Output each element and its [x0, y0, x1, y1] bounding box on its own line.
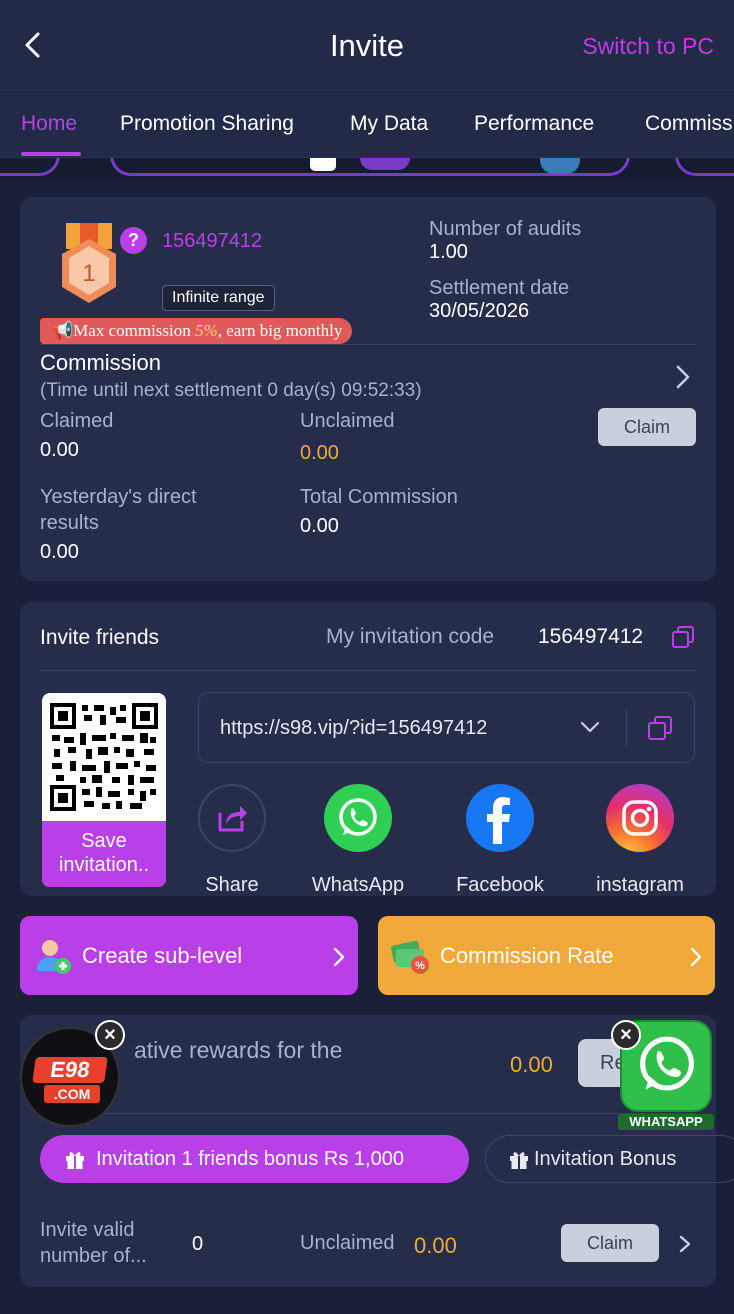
tab-bar: Home Promotion Sharing My Data Performan… — [0, 90, 734, 158]
share-button[interactable]: Share — [182, 784, 282, 897]
invitation-code-value: 156497412 — [538, 625, 644, 648]
top-bar: Invite Switch to PC — [0, 0, 734, 90]
svg-text:%: % — [415, 960, 425, 972]
yesterday-label: Yesterday's direct — [40, 486, 197, 508]
tab-home[interactable]: Home — [21, 112, 77, 136]
rewards-unclaimed-label: Unclaimed — [300, 1232, 395, 1254]
invite-friends-title: Invite friends — [40, 626, 160, 649]
commission-title: Commission — [40, 350, 162, 375]
invitation-bonus-chip[interactable]: Invitation Bonus — [485, 1135, 734, 1183]
claimed-label: Claimed — [40, 410, 114, 432]
svg-text:1: 1 — [82, 260, 95, 287]
instagram-share-button[interactable]: instagram — [590, 784, 690, 897]
invitation-link-field[interactable]: https://s98.vip/?id=156497412 — [198, 692, 695, 763]
audits-value: 1.00 — [429, 241, 468, 263]
settlement-label: Settlement date — [429, 277, 570, 299]
tab-my-data[interactable]: My Data — [350, 112, 428, 136]
commission-rate-button[interactable]: % Commission Rate — [378, 916, 715, 995]
gift-icon — [510, 1152, 528, 1169]
save-invitation-button[interactable]: Save invitation.. — [42, 821, 166, 887]
facebook-share-button[interactable]: Facebook — [450, 784, 550, 897]
facebook-icon — [466, 784, 534, 852]
yesterday-value: 0.00 — [40, 541, 79, 563]
chevron-right-icon — [690, 947, 702, 967]
claim-commission-button[interactable]: Claim — [598, 408, 696, 446]
audits-label: Number of audits — [429, 218, 582, 240]
megaphone-icon: 📢 — [52, 321, 74, 340]
e98-logo: E98 — [32, 1057, 108, 1083]
invitation-code-label: My invitation code — [326, 625, 495, 648]
qr-code-card[interactable]: Save invitation.. — [42, 693, 166, 887]
rank-medal-icon: 1 — [62, 223, 116, 303]
create-sublevel-button[interactable]: Create sub-level — [20, 916, 358, 995]
user-id: 156497412 — [162, 230, 263, 252]
unclaimed-label: Unclaimed — [300, 410, 395, 432]
whatsapp-badge-label: WHATSAPP — [618, 1114, 714, 1130]
unclaimed-value: 0.00 — [300, 442, 339, 464]
tab-performance[interactable]: Performance — [474, 112, 594, 136]
share-icon — [198, 784, 266, 852]
range-tooltip: Infinite range — [162, 285, 275, 311]
settlement-value: 30/05/2026 — [429, 300, 530, 322]
yesterday-label-2: results — [40, 512, 99, 534]
help-icon[interactable]: ? — [120, 227, 147, 254]
chevron-right-icon — [333, 947, 345, 967]
claimed-value: 0.00 — [40, 439, 79, 461]
instagram-icon — [606, 784, 674, 852]
valid-invites-label: Invite valid — [40, 1219, 135, 1241]
copy-code-icon[interactable] — [671, 625, 695, 649]
total-commission-value: 0.00 — [300, 515, 339, 537]
promo-ribbon: 📢Max commission 5%, earn big monthly — [40, 318, 353, 344]
switch-to-pc-link[interactable]: Switch to PC — [582, 33, 714, 60]
settlement-countdown: (Time until next settlement 0 day(s) 09:… — [40, 380, 422, 401]
valid-invites-value: 0 — [192, 1233, 204, 1255]
chevron-right-icon[interactable] — [678, 1234, 692, 1254]
tab-commission[interactable]: Commiss — [645, 112, 733, 136]
invitation-link-text: https://s98.vip/?id=156497412 — [220, 717, 488, 739]
close-whatsapp-badge-icon[interactable]: × — [611, 1020, 641, 1050]
chevron-right-icon[interactable] — [674, 363, 692, 391]
claim-rewards-button[interactable]: Claim — [561, 1224, 659, 1262]
money-percent-icon: % — [390, 940, 429, 974]
add-user-icon — [37, 939, 71, 974]
qr-code-image — [50, 703, 158, 811]
invitation-friends-bonus-chip[interactable]: Invitation 1 friends bonus Rs 1,000 — [40, 1135, 469, 1183]
rewards-title: ative rewards for the — [134, 1037, 343, 1063]
commission-card: 1 ? 156497412 Infinite range 📢Max commis… — [20, 197, 716, 581]
banner-carousel[interactable] — [0, 158, 734, 178]
copy-link-icon[interactable] — [647, 715, 673, 741]
rewards-unclaimed-value: 0.00 — [414, 1233, 457, 1258]
close-e98-badge-icon[interactable]: × — [95, 1020, 125, 1050]
whatsapp-icon — [324, 784, 392, 852]
active-tab-indicator — [21, 152, 81, 156]
rewards-amount: 0.00 — [510, 1052, 553, 1077]
e98-logo-sub: .COM — [44, 1085, 100, 1103]
whatsapp-share-button[interactable]: WhatsApp — [308, 784, 408, 897]
valid-invites-label-2: number of... — [40, 1245, 147, 1267]
total-commission-label: Total Commission — [300, 486, 458, 508]
chevron-down-icon[interactable] — [579, 719, 601, 735]
gift-icon — [66, 1152, 84, 1169]
tab-promotion-sharing[interactable]: Promotion Sharing — [120, 112, 294, 136]
